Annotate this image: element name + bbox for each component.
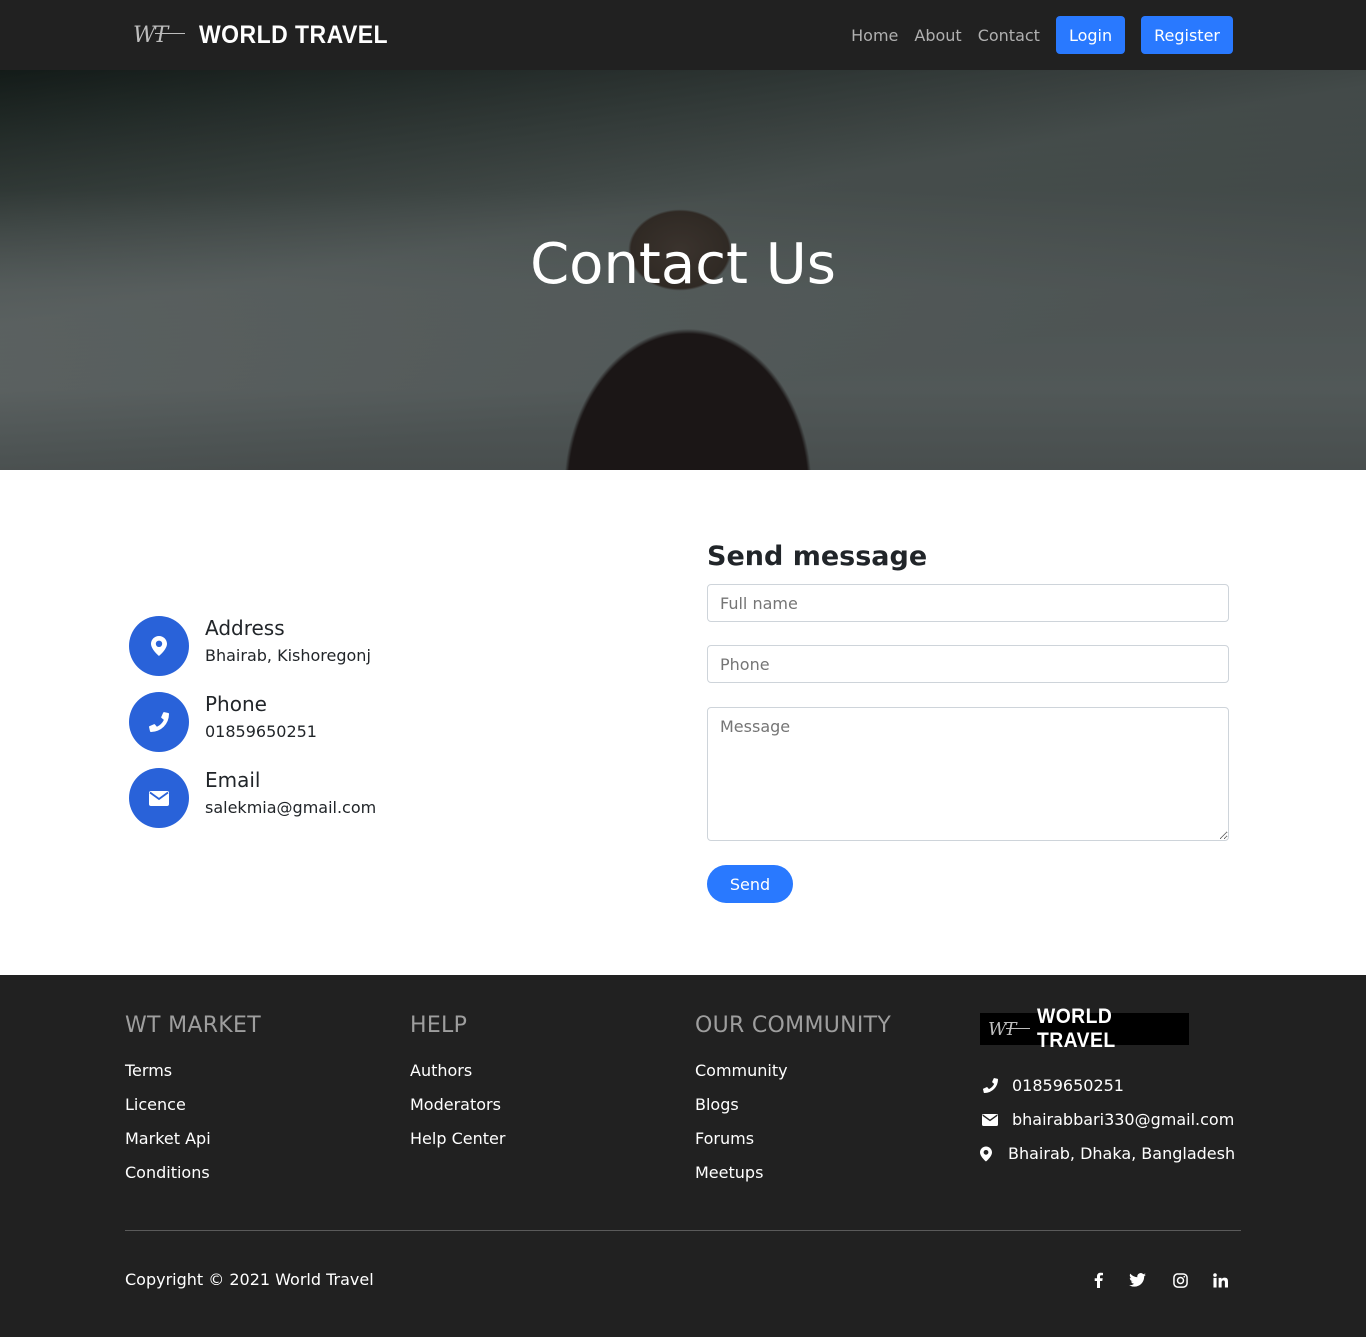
phone-icon <box>980 1078 1000 1093</box>
form-title: Send message <box>707 541 928 572</box>
footer-column-community: OUR COMMUNITY Community Blogs Forums Mee… <box>695 1013 891 1196</box>
footer-heading: HELP <box>410 1013 468 1038</box>
contact-info-address: Address Bhairab, Kishoregonj <box>129 616 371 676</box>
instagram-icon[interactable] <box>1168 1269 1192 1291</box>
brand-name: WORLD TRAVEL <box>199 20 389 49</box>
phone-value: 01859650251 <box>205 722 317 741</box>
footer-link-authors[interactable]: Authors <box>410 1060 505 1094</box>
map-marker-icon <box>129 616 189 676</box>
hero-banner: Contact Us <box>0 70 1366 470</box>
twitter-icon[interactable] <box>1125 1269 1149 1291</box>
brand-mark: WT <box>133 23 187 48</box>
footer-address-text: Bhairab, Dhaka, Bangladesh <box>1008 1144 1236 1163</box>
phone-input[interactable] <box>707 645 1229 683</box>
footer-link-moderators[interactable]: Moderators <box>410 1094 505 1128</box>
footer-link-community[interactable]: Community <box>695 1060 891 1094</box>
email-value: salekmia@gmail.com <box>205 798 377 817</box>
footer-link-conditions[interactable]: Conditions <box>125 1162 261 1196</box>
contact-info-phone: Phone 01859650251 <box>129 692 317 752</box>
envelope-icon <box>980 1113 1000 1126</box>
footer-column-help: HELP Authors Moderators Help Center <box>410 1013 505 1162</box>
email-label: Email <box>205 768 261 792</box>
full-name-input[interactable] <box>707 584 1229 622</box>
copyright-text: Copyright © 2021 World Travel <box>125 1270 374 1289</box>
footer-column-market: WT MARKET Terms Licence Market Api Condi… <box>125 1013 261 1196</box>
message-textarea[interactable] <box>707 707 1229 841</box>
footer: WT MARKET Terms Licence Market Api Condi… <box>0 975 1366 1337</box>
page-title: Contact Us <box>530 232 836 297</box>
footer-contact-email: bhairabbari330@gmail.com <box>980 1110 1234 1129</box>
footer-divider <box>125 1230 1241 1231</box>
footer-link-licence[interactable]: Licence <box>125 1094 261 1128</box>
footer-phone-text: 01859650251 <box>1012 1076 1124 1095</box>
footer-email-text[interactable]: bhairabbari330@gmail.com <box>1012 1110 1234 1129</box>
nav-link-home[interactable]: Home <box>851 26 898 45</box>
nav-link-about[interactable]: About <box>914 26 961 45</box>
footer-link-forums[interactable]: Forums <box>695 1128 891 1162</box>
footer-heading: OUR COMMUNITY <box>695 1013 892 1038</box>
navbar: WT WORLD TRAVEL Home About Contact Login… <box>0 0 1366 70</box>
footer-link-terms[interactable]: Terms <box>125 1060 261 1094</box>
footer-link-help-center[interactable]: Help Center <box>410 1128 505 1162</box>
footer-link-meetups[interactable]: Meetups <box>695 1162 891 1196</box>
contact-info-email: Email salekmia@gmail.com <box>129 768 376 828</box>
envelope-icon <box>129 768 189 828</box>
brand-logo[interactable]: WT WORLD TRAVEL <box>133 18 405 52</box>
footer-link-market-api[interactable]: Market Api <box>125 1128 261 1162</box>
footer-brand-logo: WT WORLD TRAVEL <box>980 1005 1189 1052</box>
footer-heading: WT MARKET <box>125 1013 261 1038</box>
address-label: Address <box>205 616 285 640</box>
phone-label: Phone <box>205 692 267 716</box>
register-button[interactable]: Register <box>1141 16 1233 54</box>
login-button[interactable]: Login <box>1055 16 1126 54</box>
send-button[interactable]: Send <box>707 865 793 903</box>
address-value: Bhairab, Kishoregonj <box>205 646 371 665</box>
nav-links: Home About Contact Login Register <box>835 16 1233 54</box>
footer-link-blogs[interactable]: Blogs <box>695 1094 891 1128</box>
map-marker-icon <box>980 1146 992 1162</box>
footer-contact-phone: 01859650251 <box>980 1076 1124 1095</box>
phone-icon <box>129 692 189 752</box>
facebook-icon[interactable] <box>1086 1269 1110 1291</box>
nav-link-contact[interactable]: Contact <box>978 26 1040 45</box>
footer-contact-address: Bhairab, Dhaka, Bangladesh <box>980 1144 1235 1163</box>
linkedin-icon[interactable] <box>1208 1269 1232 1291</box>
brand-name: WORLD TRAVEL <box>1036 1005 1116 1052</box>
brand-mark: WT <box>988 1019 1030 1040</box>
